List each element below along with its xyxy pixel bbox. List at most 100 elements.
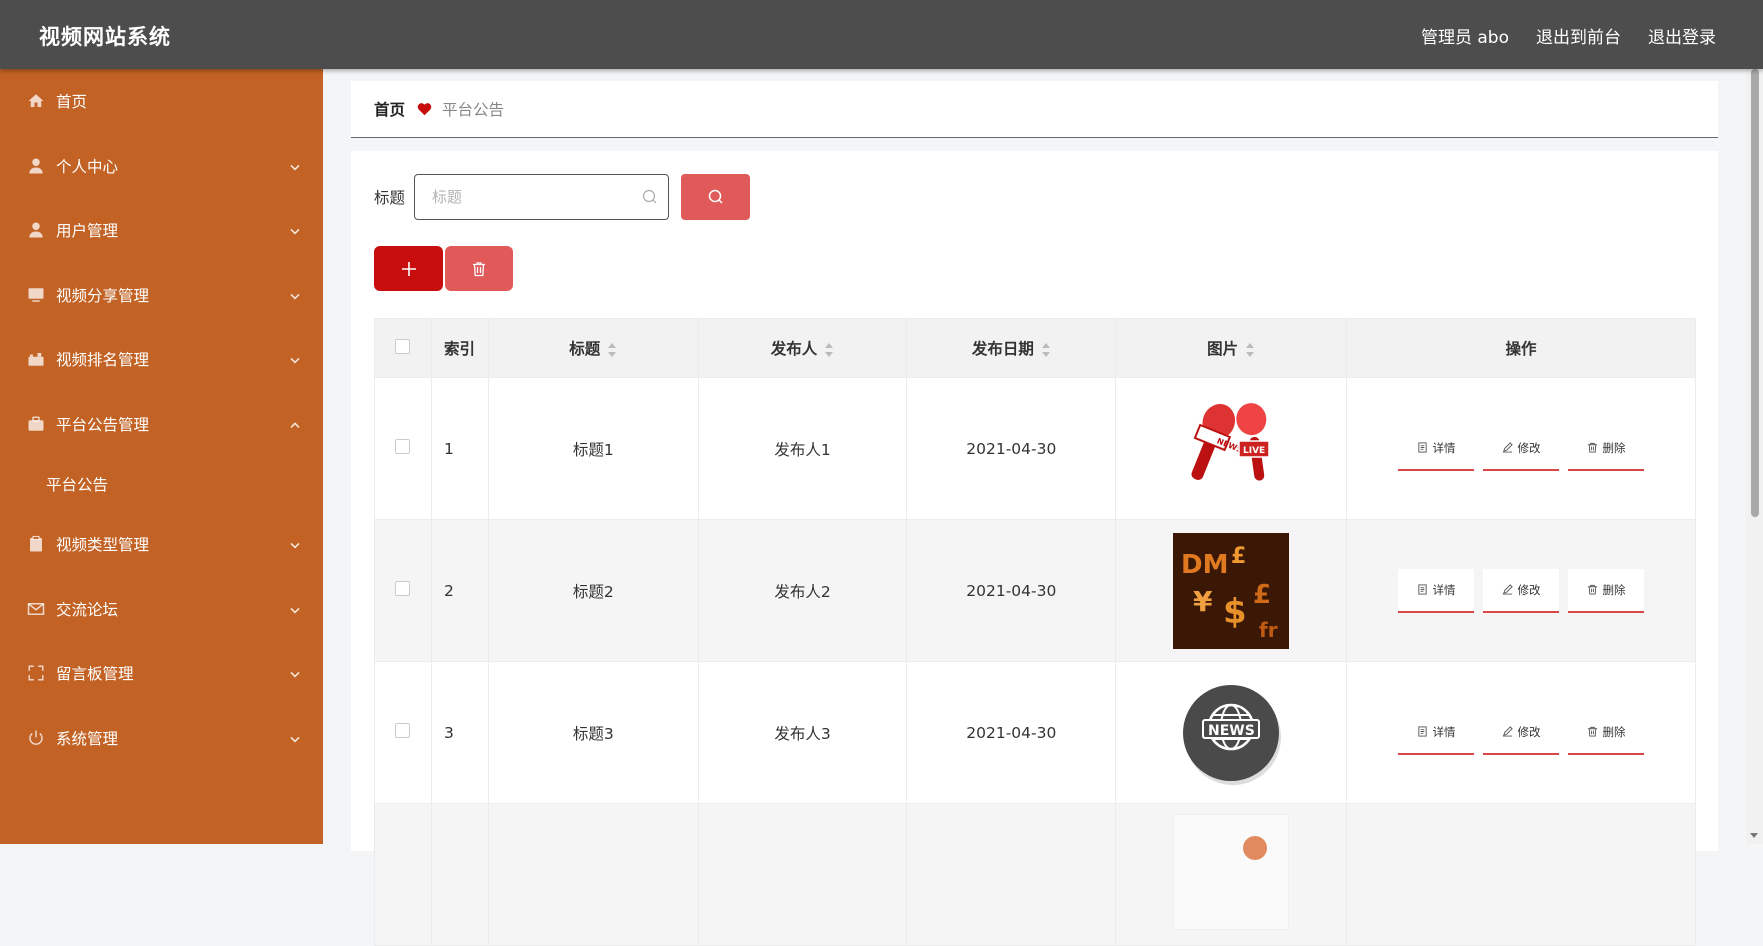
sidebar-item-announcement-management[interactable]: 平台公告管理 — [0, 392, 323, 457]
svg-text:¥: ¥ — [1193, 585, 1213, 618]
sidebar-item-video-share-management[interactable]: 视频分享管理 — [0, 263, 323, 328]
title-search-input[interactable] — [415, 175, 669, 219]
svg-text:fr: fr — [1259, 618, 1278, 642]
sidebar: 首页 个人中心 用户管理 视频分享管理 视频排名管理 平台公告管理 平台公告 视… — [0, 69, 323, 844]
row-select-cell — [374, 377, 432, 520]
search-button[interactable] — [681, 174, 751, 220]
svg-text:$: $ — [1223, 592, 1247, 632]
row-title: 标题3 — [487, 661, 699, 804]
row-image-cell: NEWS LIVE — [1115, 377, 1348, 520]
row-image-cell — [1115, 803, 1348, 946]
briefcase-icon — [27, 415, 45, 433]
chevron-down-icon — [289, 602, 301, 614]
home-icon — [27, 92, 45, 110]
edit-button[interactable]: 修改 — [1483, 568, 1560, 613]
sidebar-item-system-management[interactable]: 系统管理 — [0, 706, 323, 771]
svg-text:NEWS: NEWS — [1208, 723, 1255, 739]
row-image-cell: DM £ ¥ $ £ fr — [1115, 519, 1348, 662]
delete-button[interactable]: 删除 — [1568, 568, 1645, 613]
column-header-actions: 操作 — [1346, 318, 1696, 378]
select-all-checkbox[interactable] — [395, 338, 411, 354]
column-header-image[interactable]: 图片 — [1115, 318, 1348, 378]
delete-button[interactable]: 删除 — [1568, 710, 1645, 755]
search-label: 标题 — [374, 189, 406, 207]
row-date: 2021-04-30 — [906, 661, 1117, 804]
detail-button[interactable]: 详情 — [1398, 426, 1475, 471]
sidebar-item-user-management[interactable]: 用户管理 — [0, 198, 323, 263]
add-button[interactable] — [374, 246, 443, 291]
row-index: 1 — [430, 377, 489, 520]
top-nav: 管理员 abo 退出到前台 退出登录 — [1421, 23, 1716, 48]
search-icon — [708, 189, 723, 204]
sidebar-item-label: 留言板管理 — [56, 665, 134, 684]
column-header-title[interactable]: 标题 — [487, 318, 699, 378]
action-buttons — [374, 246, 513, 291]
sidebar-item-video-type-management[interactable]: 视频类型管理 — [0, 512, 323, 577]
edit-button[interactable]: 修改 — [1483, 710, 1560, 755]
chevron-down-icon — [289, 288, 301, 300]
edit-button[interactable]: 修改 — [1483, 426, 1560, 471]
row-actions: 详情 修改 删除 — [1346, 519, 1696, 662]
pencil-icon — [1502, 584, 1513, 595]
scroll-down-arrow-icon[interactable] — [1750, 833, 1758, 838]
camera-icon — [27, 350, 45, 368]
trash-icon — [1587, 584, 1597, 595]
column-header-image-label: 图片 — [1207, 340, 1239, 358]
row-checkbox[interactable] — [395, 439, 411, 454]
plus-icon — [401, 261, 416, 276]
detail-button[interactable]: 详情 — [1398, 568, 1475, 613]
select-all-cell — [374, 318, 432, 378]
column-header-publisher[interactable]: 发布人 — [697, 318, 908, 378]
admin-user-link[interactable]: 管理员 abo — [1421, 23, 1509, 48]
sidebar-item-personal-center[interactable]: 个人中心 — [0, 134, 323, 199]
detail-button[interactable]: 详情 — [1398, 710, 1475, 755]
detail-label: 详情 — [1432, 440, 1456, 455]
content-panel: 标题 索引 标 — [351, 151, 1718, 946]
row-publisher: 发布人1 — [697, 377, 908, 520]
sidebar-item-home[interactable]: 首页 — [0, 69, 323, 134]
table-row — [374, 803, 1696, 946]
breadcrumb: 首页 平台公告 — [351, 81, 1718, 138]
breadcrumb-home[interactable]: 首页 — [374, 98, 405, 120]
row-image-cell: NEWS — [1115, 661, 1348, 804]
column-header-date[interactable]: 发布日期 — [906, 318, 1117, 378]
column-header-index: 索引 — [430, 318, 489, 378]
row-title: 标题1 — [487, 377, 699, 520]
row-select-cell — [374, 803, 432, 946]
scrollbar-thumb[interactable] — [1751, 69, 1759, 517]
back-to-frontend-link[interactable]: 退出到前台 — [1536, 23, 1621, 48]
site-title: 视频网站系统 — [39, 25, 171, 49]
row-index: 2 — [430, 519, 489, 662]
row-title: 标题2 — [487, 519, 699, 662]
search-row: 标题 — [374, 174, 751, 220]
row-index — [430, 803, 489, 946]
monitor-icon — [27, 286, 45, 304]
sidebar-item-forum[interactable]: 交流论坛 — [0, 577, 323, 642]
document-icon — [1417, 584, 1427, 595]
chevron-down-icon — [289, 159, 301, 171]
sidebar-item-video-ranking-management[interactable]: 视频排名管理 — [0, 327, 323, 392]
row-checkbox[interactable] — [395, 723, 411, 738]
trash-icon — [1587, 442, 1597, 453]
table-row: 1 标题1 发布人1 2021-04-30 NEWS LIVE 详情 修改 删除 — [374, 377, 1696, 520]
page-scrollbar[interactable] — [1746, 69, 1763, 844]
submenu-item-announcement[interactable]: 平台公告 — [0, 456, 323, 512]
sidebar-item-label: 视频排名管理 — [56, 351, 150, 370]
row-index: 3 — [430, 661, 489, 804]
sort-icon — [825, 342, 834, 357]
logout-link[interactable]: 退出登录 — [1648, 23, 1716, 48]
person-icon — [27, 221, 45, 239]
batch-delete-button[interactable] — [445, 246, 513, 291]
sort-icon — [1041, 342, 1050, 357]
svg-text:DM: DM — [1181, 550, 1228, 580]
sidebar-item-message-board-management[interactable]: 留言板管理 — [0, 641, 323, 706]
row-checkbox[interactable] — [395, 581, 411, 596]
document-icon — [1417, 442, 1427, 453]
row-date — [906, 803, 1117, 946]
sidebar-item-label: 视频分享管理 — [56, 286, 150, 305]
delete-button[interactable]: 删除 — [1568, 426, 1645, 471]
chevron-down-icon — [289, 353, 301, 365]
chevron-down-icon — [289, 224, 301, 236]
currency-symbols-image: DM £ ¥ $ £ fr — [1173, 532, 1290, 649]
pencil-icon — [1502, 726, 1513, 737]
